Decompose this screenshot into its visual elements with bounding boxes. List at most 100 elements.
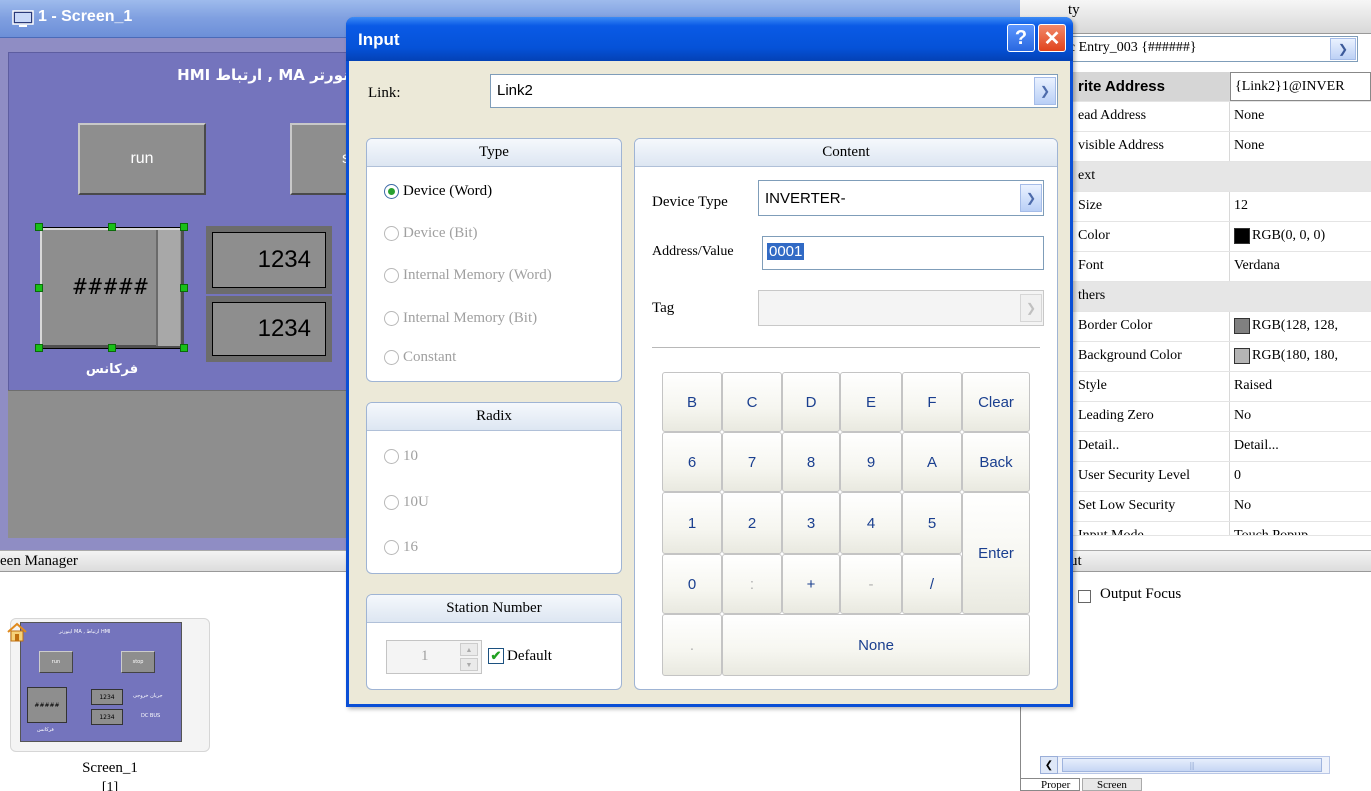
stop-button[interactable]: stop: [290, 123, 350, 195]
hmi-header-text[interactable]: اینورتر MA , ارتباط HMI: [80, 66, 360, 90]
default-checkbox[interactable]: ✔: [488, 648, 504, 664]
property-value[interactable]: RGB(180, 180,: [1230, 342, 1371, 371]
property-row[interactable]: Size 12: [1072, 192, 1371, 222]
property-category[interactable]: thers: [1072, 282, 1371, 312]
key-minus[interactable]: -: [840, 554, 902, 614]
resize-handle[interactable]: [180, 223, 188, 231]
property-value[interactable]: Touch Popup: [1230, 522, 1371, 535]
resize-handle[interactable]: [35, 223, 43, 231]
property-row[interactable]: User Security Level 0: [1072, 462, 1371, 492]
property-value[interactable]: No: [1230, 492, 1371, 521]
radio-device-word[interactable]: Device (Word): [384, 183, 492, 200]
key-back[interactable]: Back: [962, 432, 1030, 492]
key-2[interactable]: 2: [722, 492, 782, 554]
radio-constant[interactable]: Constant: [384, 349, 456, 366]
key-5[interactable]: 5: [902, 492, 962, 554]
chevron-down-icon[interactable]: ❯: [1020, 184, 1042, 212]
dialog-title[interactable]: Input: [346, 17, 1073, 61]
property-row[interactable]: Input ModeTouch Popup: [1072, 522, 1371, 536]
object-selector[interactable]: ic Entry_003 {######}: [1062, 36, 1358, 62]
key-3[interactable]: 3: [782, 492, 840, 554]
key-none[interactable]: None: [722, 614, 1030, 676]
property-value[interactable]: None: [1230, 132, 1371, 161]
tab-screen[interactable]: Screen: [1082, 778, 1142, 791]
property-value[interactable]: RGB(128, 128,: [1230, 312, 1371, 341]
tag-select[interactable]: [758, 290, 1044, 326]
property-row[interactable]: Border Color RGB(128, 128,: [1072, 312, 1371, 342]
help-button[interactable]: ?: [1007, 24, 1035, 52]
key-c[interactable]: C: [722, 372, 782, 432]
chevron-down-icon[interactable]: ❯: [1034, 77, 1056, 105]
key-enter[interactable]: Enter: [962, 492, 1030, 614]
property-row[interactable]: Font Verdana: [1072, 252, 1371, 282]
key-dot[interactable]: .: [662, 614, 722, 676]
radio-radix-16[interactable]: 16: [384, 539, 418, 556]
key-colon[interactable]: :: [722, 554, 782, 614]
property-value[interactable]: Raised: [1230, 372, 1371, 401]
numeric-display-1[interactable]: 1234: [206, 226, 332, 294]
radio-internal-memory-word[interactable]: Internal Memory (Word): [384, 267, 552, 284]
property-row[interactable]: visible Address None: [1072, 132, 1371, 162]
resize-handle[interactable]: [180, 284, 188, 292]
key-0[interactable]: 0: [662, 554, 722, 614]
resize-handle[interactable]: [35, 284, 43, 292]
scroll-left-icon[interactable]: ❮: [1040, 756, 1058, 774]
station-group-title: Station Number: [367, 595, 621, 623]
key-8[interactable]: 8: [782, 432, 840, 492]
property-value[interactable]: None: [1230, 102, 1371, 131]
close-button[interactable]: ✕: [1038, 24, 1066, 52]
resize-handle[interactable]: [108, 344, 116, 352]
property-row[interactable]: ead Address None: [1072, 102, 1371, 132]
key-9[interactable]: 9: [840, 432, 902, 492]
key-7[interactable]: 7: [722, 432, 782, 492]
key-d[interactable]: D: [782, 372, 840, 432]
property-value[interactable]: Detail...: [1230, 432, 1371, 461]
output-focus-checkbox[interactable]: [1078, 590, 1091, 603]
spin-up-icon[interactable]: ▲: [460, 643, 478, 656]
property-value[interactable]: Verdana: [1230, 252, 1371, 281]
property-value[interactable]: 12: [1230, 192, 1371, 221]
radio-internal-memory-bit[interactable]: Internal Memory (Bit): [384, 310, 537, 327]
frequency-label[interactable]: فرکانس: [72, 362, 152, 377]
property-row[interactable]: Set Low Security No: [1072, 492, 1371, 522]
key-slash[interactable]: /: [902, 554, 962, 614]
property-value[interactable]: {Link2}1@INVER: [1230, 72, 1371, 101]
close-icon: ✕: [1043, 27, 1061, 50]
property-row[interactable]: Leading Zero No: [1072, 402, 1371, 432]
address-value-input[interactable]: 0001: [762, 236, 1044, 270]
key-6[interactable]: 6: [662, 432, 722, 492]
key-e[interactable]: E: [840, 372, 902, 432]
tab-property[interactable]: Proper: [1020, 778, 1080, 791]
property-value[interactable]: No: [1230, 402, 1371, 431]
property-row[interactable]: Background Color RGB(180, 180,: [1072, 342, 1371, 372]
key-4[interactable]: 4: [840, 492, 902, 554]
key-plus[interactable]: +: [782, 554, 840, 614]
key-a[interactable]: A: [902, 432, 962, 492]
key-f[interactable]: F: [902, 372, 962, 432]
chevron-down-icon[interactable]: ❯: [1020, 294, 1042, 322]
resize-handle[interactable]: [180, 344, 188, 352]
device-type-select[interactable]: INVERTER-: [758, 180, 1044, 216]
radio-radix-10u[interactable]: 10U: [384, 494, 429, 511]
property-category[interactable]: ext: [1072, 162, 1371, 192]
property-value[interactable]: RGB(0, 0, 0): [1230, 222, 1371, 251]
numeric-display-2[interactable]: 1234: [206, 296, 332, 362]
screen-thumbnail[interactable]: HMI ارتباط , MA اینورتر run stop ##### 1…: [20, 622, 182, 742]
run-button[interactable]: run: [78, 123, 206, 195]
property-row[interactable]: Color RGB(0, 0, 0): [1072, 222, 1371, 252]
radio-radix-10[interactable]: 10: [384, 448, 418, 465]
scrollbar-thumb[interactable]: |||: [1062, 758, 1322, 772]
key-b[interactable]: B: [662, 372, 722, 432]
resize-handle[interactable]: [108, 223, 116, 231]
chevron-down-icon[interactable]: ❯: [1330, 38, 1356, 60]
property-row[interactable]: rite Address {Link2}1@INVER: [1072, 72, 1371, 102]
key-clear[interactable]: Clear: [962, 372, 1030, 432]
property-row[interactable]: Style Raised: [1072, 372, 1371, 402]
radio-device-bit[interactable]: Device (Bit): [384, 225, 478, 242]
resize-handle[interactable]: [35, 344, 43, 352]
spin-down-icon[interactable]: ▼: [460, 658, 478, 671]
link-select[interactable]: Link2: [490, 74, 1058, 108]
property-value[interactable]: 0: [1230, 462, 1371, 491]
key-1[interactable]: 1: [662, 492, 722, 554]
property-row[interactable]: Detail.. Detail...: [1072, 432, 1371, 462]
